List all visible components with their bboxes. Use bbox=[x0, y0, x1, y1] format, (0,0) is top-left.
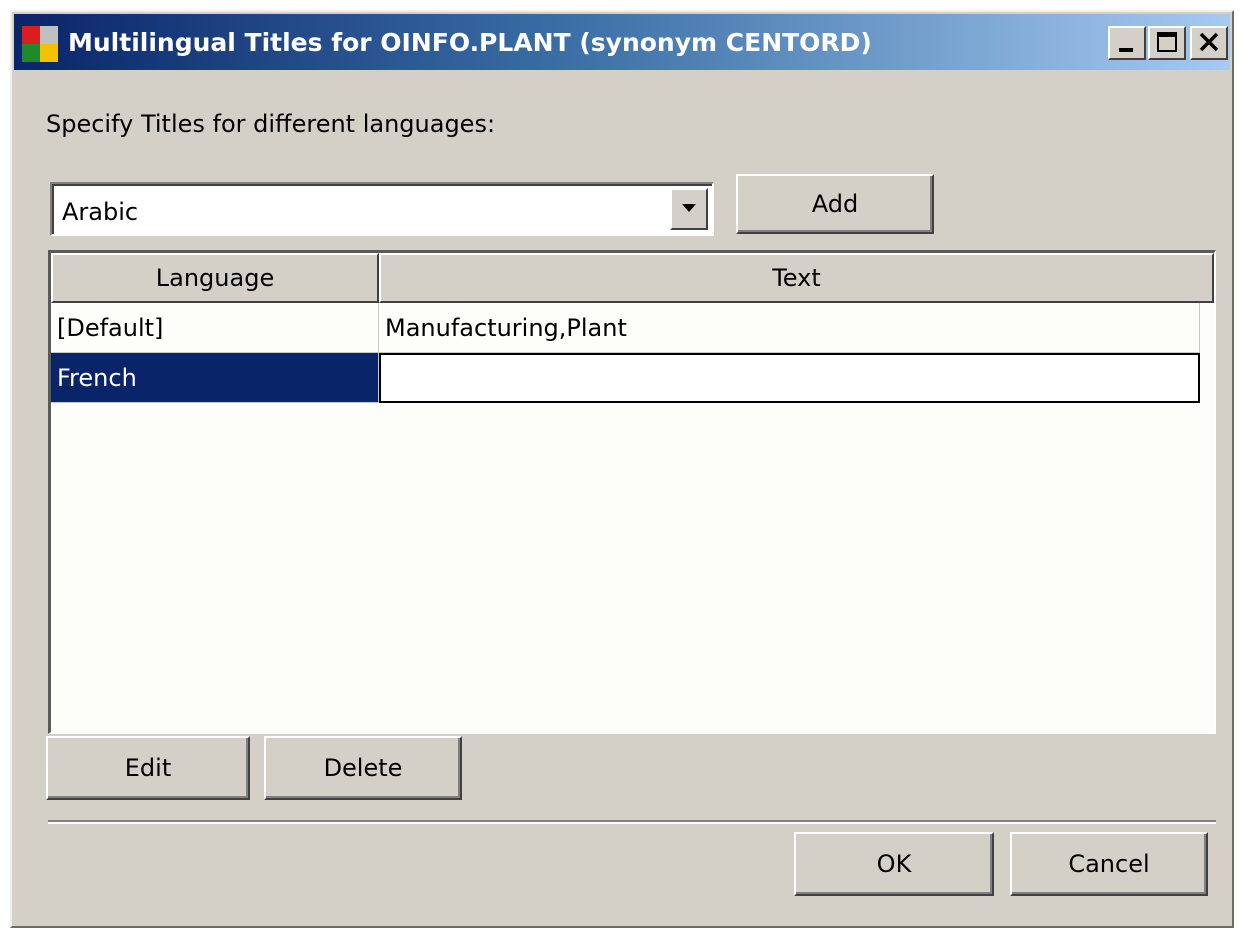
minimize-button[interactable] bbox=[1108, 26, 1146, 60]
title-bar[interactable]: Multilingual Titles for OINFO.PLANT (syn… bbox=[14, 14, 1230, 70]
column-header-text[interactable]: Text bbox=[379, 253, 1214, 303]
footer-divider bbox=[48, 820, 1216, 824]
close-button[interactable] bbox=[1190, 26, 1228, 60]
ok-button[interactable]: OK bbox=[794, 832, 994, 896]
app-logo-icon bbox=[20, 24, 60, 64]
window-title: Multilingual Titles for OINFO.PLANT (syn… bbox=[68, 28, 872, 57]
table-row-0-text[interactable]: Manufacturing,Plant bbox=[379, 303, 1200, 353]
add-button[interactable]: Add bbox=[736, 174, 934, 234]
table-row-0-language[interactable]: [Default] bbox=[51, 303, 379, 353]
chevron-down-icon bbox=[672, 204, 706, 232]
language-select-value: Arabic bbox=[62, 198, 139, 226]
delete-button[interactable]: Delete bbox=[264, 736, 462, 800]
instruction-label: Specify Titles for different languages: bbox=[46, 110, 496, 138]
titles-table: Language Text [Default] Manufacturing,Pl… bbox=[48, 250, 1216, 734]
language-dropdown-button[interactable] bbox=[670, 188, 708, 230]
cancel-button[interactable]: Cancel bbox=[1010, 832, 1208, 896]
column-header-language[interactable]: Language bbox=[51, 253, 379, 303]
language-select[interactable]: Arabic bbox=[50, 182, 714, 236]
table-row-1-text-editor[interactable] bbox=[379, 353, 1200, 403]
table-row-1-language[interactable]: French bbox=[51, 353, 379, 403]
edit-button[interactable]: Edit bbox=[46, 736, 250, 800]
dialog-window: Multilingual Titles for OINFO.PLANT (syn… bbox=[10, 10, 1234, 928]
maximize-button[interactable] bbox=[1148, 26, 1186, 60]
